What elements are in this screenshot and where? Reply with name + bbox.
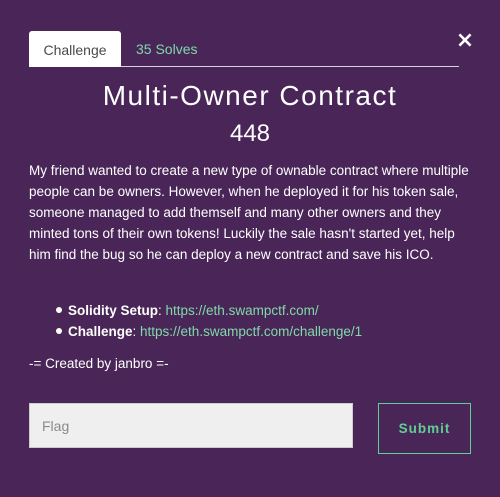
resource-list: Solidity Setup: https://eth.swampctf.com…: [52, 300, 482, 342]
challenge-title: Multi-Owner Contract: [102, 80, 398, 111]
challenge-points: 448: [229, 120, 271, 147]
list-item: Solidity Setup: https://eth.swampctf.com…: [52, 300, 482, 321]
link-label: Challenge: [68, 324, 133, 339]
tab-challenge[interactable]: Challenge: [29, 31, 121, 67]
challenge-link[interactable]: https://eth.swampctf.com/challenge/1: [140, 324, 362, 339]
list-item: Challenge: https://eth.swampctf.com/chal…: [52, 321, 482, 342]
bullet-icon: [56, 328, 62, 334]
tab-solves[interactable]: 35 Solves: [136, 31, 197, 67]
link-separator: :: [132, 324, 141, 339]
flag-input[interactable]: [29, 403, 353, 448]
bullet-icon: [56, 307, 62, 313]
link-label: Solidity Setup: [68, 303, 159, 318]
solidity-setup-link[interactable]: https://eth.swampctf.com/: [166, 303, 319, 318]
challenge-description: My friend wanted to create a new type of…: [29, 163, 469, 262]
author-credit: -= Created by janbro =-: [29, 356, 169, 371]
challenge-modal: × Challenge 35 Solves Multi-Owner Contra…: [0, 0, 500, 497]
link-separator: :: [158, 303, 166, 318]
tab-bar: Challenge 35 Solves: [29, 31, 459, 67]
submit-button[interactable]: Submit: [378, 403, 471, 454]
